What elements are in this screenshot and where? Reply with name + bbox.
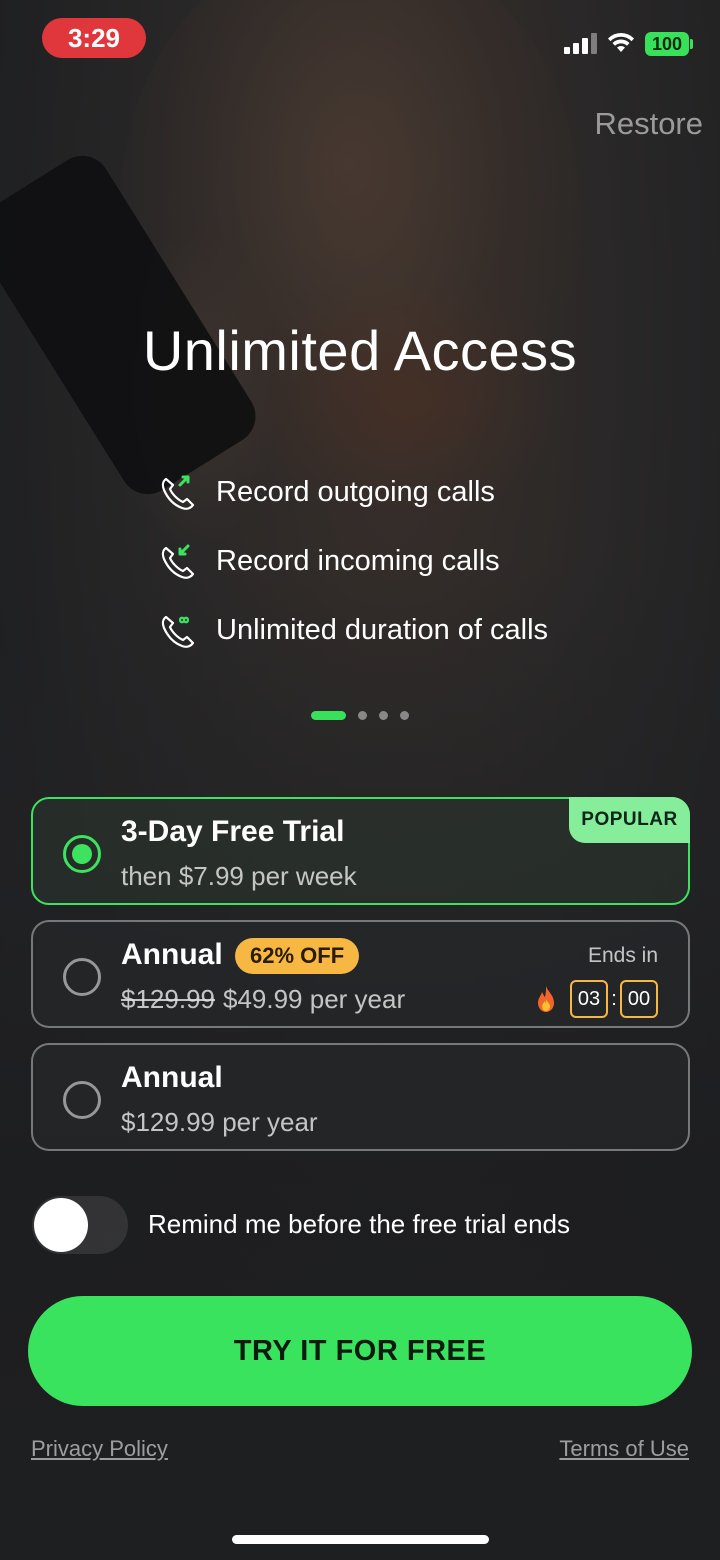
plan-price-line: $129.99 $49.99 per year	[121, 984, 405, 1015]
status-time: 3:29	[42, 18, 146, 58]
timer-separator: :	[611, 987, 617, 1010]
terms-of-use-link[interactable]: Terms of Use	[559, 1436, 689, 1462]
feature-text: Record outgoing calls	[216, 476, 495, 508]
feature-text: Unlimited duration of calls	[216, 614, 549, 646]
plan-price: $49.99 per year	[222, 984, 406, 1014]
privacy-policy-link[interactable]: Privacy Policy	[31, 1436, 168, 1462]
battery-indicator: 100	[645, 32, 689, 56]
carousel-dot[interactable]	[358, 710, 367, 720]
phone-outgoing-icon	[161, 475, 195, 510]
carousel-dot[interactable]	[379, 710, 388, 720]
plan-option-annual[interactable]: Annual $129.99 per year	[31, 1043, 690, 1151]
restore-button[interactable]: Restore	[594, 106, 703, 142]
feature-list: Record outgoing calls Record incoming ca…	[158, 458, 618, 665]
try-free-button[interactable]: TRY IT FOR FREE	[28, 1296, 692, 1406]
plan-price: then $7.99 per week	[121, 861, 357, 891]
carousel-dot-active[interactable]	[311, 710, 346, 720]
countdown-timer: 03 : 00	[534, 980, 658, 1018]
feature-item: Record incoming calls	[158, 527, 618, 596]
plan-name: 3-Day Free Trial	[121, 815, 345, 848]
plan-option-annual-discount[interactable]: Annual 62% OFF $129.99 $49.99 per year En…	[31, 920, 690, 1028]
fire-icon	[538, 986, 554, 1012]
ends-in-label: Ends in	[587, 944, 658, 967]
discount-badge: 62% OFF	[235, 938, 360, 974]
feature-item: Record outgoing calls	[158, 458, 618, 527]
plan-option-trial[interactable]: 3-Day Free Trial then $7.99 per week POP…	[31, 797, 690, 905]
carousel-dot[interactable]	[400, 710, 409, 720]
carousel-indicator	[311, 710, 409, 720]
plan-name: Annual	[121, 1061, 223, 1094]
phone-infinity-icon	[161, 615, 195, 648]
page-title: Unlimited Access	[142, 319, 578, 382]
cellular-signal-icon	[564, 32, 598, 54]
radio-unselected[interactable]	[63, 958, 101, 996]
popular-badge: POPULAR	[569, 797, 690, 843]
timer-seconds: 00	[620, 980, 658, 1018]
feature-item: Unlimited duration of calls	[158, 596, 618, 665]
radio-unselected[interactable]	[63, 1081, 101, 1119]
paywall-screen: 3:29 100 Restore Unlimited Access Record…	[0, 0, 720, 1560]
reminder-toggle[interactable]	[32, 1196, 128, 1254]
battery-cap	[690, 39, 693, 49]
feature-text: Record incoming calls	[216, 545, 500, 577]
wifi-icon	[608, 32, 634, 52]
plan-price: $129.99 per year	[121, 1107, 318, 1137]
timer-minutes: 03	[570, 980, 608, 1018]
home-indicator[interactable]	[232, 1535, 489, 1544]
plan-name: Annual	[121, 938, 223, 971]
old-price: $129.99	[121, 984, 215, 1014]
reminder-label: Remind me before the free trial ends	[148, 1209, 570, 1239]
phone-incoming-icon	[161, 544, 195, 579]
radio-selected[interactable]	[63, 835, 101, 873]
toggle-knob[interactable]	[34, 1198, 88, 1252]
